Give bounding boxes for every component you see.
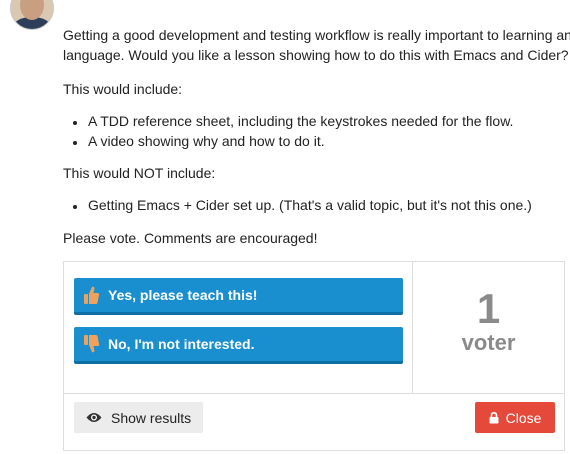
thumbs-up-icon [80, 285, 102, 305]
vote-no-label: No, I'm not interested. [108, 336, 255, 352]
vote-yes-button[interactable]: Yes, please teach this! [74, 278, 403, 315]
vote-yes-label: Yes, please teach this! [108, 287, 258, 303]
list-item: A video showing why and how to do it. [87, 131, 513, 151]
intro-line-2: language. Would you like a lesson showin… [63, 47, 569, 63]
poll-divider-horizontal [64, 393, 564, 394]
vote-no-button[interactable]: No, I'm not interested. [74, 327, 403, 364]
poll-widget: Yes, please teach this! No, I'm not inte… [63, 261, 565, 451]
post-meta [64, 0, 100, 4]
exclude-list: Getting Emacs + Cider set up. (That's a … [63, 195, 532, 215]
show-results-button[interactable]: Show results [74, 402, 203, 433]
include-heading: This would include: [63, 81, 183, 97]
vote-call-to-action: Please vote. Comments are encouraged! [63, 230, 318, 246]
show-results-label: Show results [111, 409, 192, 426]
list-item: Getting Emacs + Cider set up. (That's a … [87, 195, 532, 215]
voter-count-box: 1 voter [413, 262, 564, 393]
include-list: A TDD reference sheet, including the key… [63, 111, 513, 151]
close-poll-label: Close [505, 409, 542, 426]
list-item: A TDD reference sheet, including the key… [87, 111, 513, 131]
lock-icon [489, 411, 499, 424]
voter-count: 1 [476, 285, 501, 332]
exclude-heading: This would NOT include: [63, 165, 216, 181]
thumbs-down-icon [80, 334, 102, 354]
eye-icon [86, 412, 102, 423]
close-poll-button[interactable]: Close [475, 402, 555, 433]
intro-line-1: Getting a good development and testing w… [63, 27, 570, 43]
avatar[interactable] [10, 0, 54, 30]
voter-unit: voter [461, 330, 516, 355]
